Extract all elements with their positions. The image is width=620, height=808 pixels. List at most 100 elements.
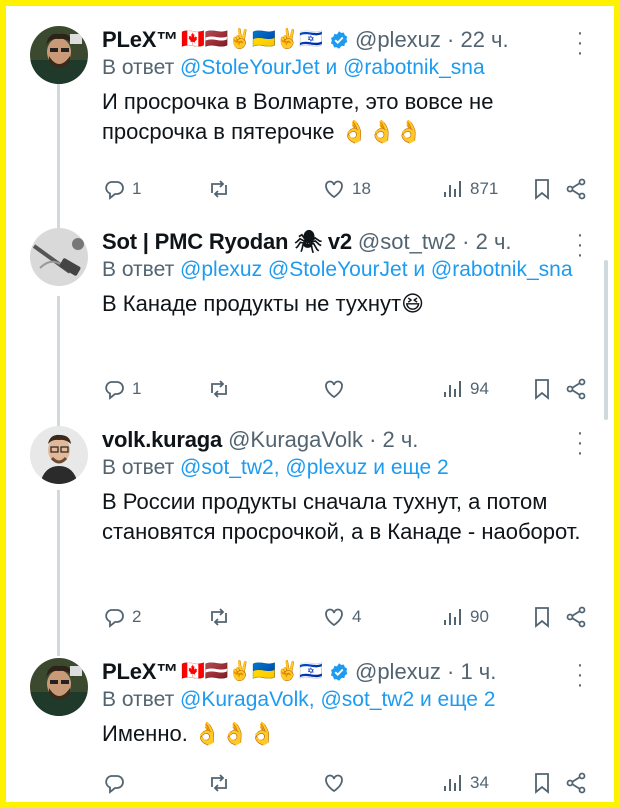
avatar[interactable] [30, 426, 88, 484]
views-button[interactable]: 871 [440, 177, 530, 201]
handle-time[interactable]: @KuragaVolk · 2 ч. [228, 426, 418, 454]
like-icon [325, 608, 343, 627]
share-icon [566, 606, 586, 628]
retweet-button[interactable] [207, 177, 322, 201]
display-name[interactable]: PLeX™ [102, 26, 178, 54]
views-count: 94 [470, 379, 489, 398]
handle-time[interactable]: @plexuz · 1 ч. [355, 658, 496, 686]
retweet-button[interactable] [207, 605, 322, 629]
like-button[interactable] [322, 771, 440, 795]
tweet-text: В Канаде продукты не тухнут😆 [102, 291, 424, 316]
tweet-body: volk.kuraga @KuragaVolk · 2 ч. · · · В отв… [102, 423, 594, 547]
bookmark-button[interactable] [530, 605, 564, 629]
views-button[interactable]: 34 [440, 771, 530, 795]
share-button[interactable] [564, 605, 588, 629]
tweet[interactable]: Sot | PMC Ryodan 🕷 v2 @sot_tw2 · 2 ч. · ·… [20, 225, 604, 418]
retweet-icon [211, 608, 227, 626]
share-icon [566, 772, 586, 794]
views-count: 90 [470, 607, 489, 626]
reply-button[interactable] [102, 771, 207, 795]
name-emojis: 🇨🇦🇱🇻✌️🇺🇦✌️🇮🇱 [181, 661, 323, 682]
reply-to: В ответ @StoleYourJet и @rabotnik_sna [102, 54, 594, 81]
reply-icon [105, 609, 124, 628]
reply-icon [105, 775, 124, 794]
retweet-button[interactable] [207, 771, 322, 795]
bookmark-button[interactable] [530, 377, 564, 401]
like-count: 4 [352, 607, 362, 626]
bookmark-icon [535, 607, 549, 628]
reply-count: 2 [132, 607, 142, 626]
reply-mentions[interactable]: @StoleYourJet и @rabotnik_sna [180, 56, 485, 79]
like-button[interactable]: 4 [322, 605, 440, 629]
reply-mentions[interactable]: @plexuz @StoleYourJet и @rabotnik_sna [180, 258, 572, 281]
reply-prefix: В ответ [102, 456, 181, 479]
retweet-icon [211, 380, 227, 398]
handle-time[interactable]: @sot_tw2 · 2 ч. [358, 228, 512, 256]
reply-prefix: В ответ [102, 258, 181, 281]
views-icon [444, 775, 461, 791]
views-button[interactable]: 90 [440, 605, 530, 629]
tweet-text: И просрочка в Волмарте, это вовсе не про… [102, 89, 494, 144]
retweet-icon [211, 774, 227, 792]
handle-time[interactable]: @plexuz · 22 ч. [355, 26, 509, 54]
bookmark-button[interactable] [530, 177, 564, 201]
tweet-text: Именно. 👌👌👌 [102, 721, 277, 746]
bookmark-icon [535, 179, 549, 200]
share-button[interactable] [564, 177, 588, 201]
reply-to: В ответ @plexuz @StoleYourJet и @rabotni… [102, 256, 594, 283]
reply-icon [105, 381, 124, 400]
share-button[interactable] [564, 377, 588, 401]
action-bar: 34 [102, 770, 594, 796]
reply-mentions[interactable]: @sot_tw2, @plexuz и еще 2 [180, 456, 449, 479]
tweet[interactable]: volk.kuraga @KuragaVolk · 2 ч. · · · В отв… [20, 423, 604, 636]
bookmark-icon [535, 379, 549, 400]
tweet-header: volk.kuraga @KuragaVolk · 2 ч. [102, 426, 594, 454]
tweet-header: Sot | PMC Ryodan 🕷 v2 @sot_tw2 · 2 ч. [102, 228, 594, 256]
display-name[interactable]: PLeX™ [102, 658, 178, 686]
tweet[interactable]: PLeX™ 🇨🇦🇱🇻✌️🇺🇦✌️🇮🇱 @plexuz · 1 ч. · · · В … [20, 655, 604, 802]
reply-button[interactable]: 2 [102, 605, 207, 629]
avatar[interactable] [30, 228, 88, 286]
tweet[interactable]: PLeX™ 🇨🇦🇱🇻✌️🇺🇦✌️🇮🇱 @plexuz · 22 ч. · · · В… [20, 23, 604, 216]
like-button[interactable] [322, 377, 440, 401]
reply-count: 1 [132, 179, 142, 198]
bookmark-button[interactable] [530, 771, 564, 795]
verified-icon [330, 663, 348, 681]
like-icon [325, 774, 343, 793]
like-icon [325, 380, 343, 399]
share-icon [566, 378, 586, 400]
reply-button[interactable]: 1 [102, 177, 207, 201]
views-icon [444, 609, 461, 625]
reply-prefix: В ответ [102, 688, 181, 711]
reply-count: 1 [132, 379, 142, 398]
tweet-body: Sot | PMC Ryodan 🕷 v2 @sot_tw2 · 2 ч. · ·… [102, 225, 594, 319]
reply-button[interactable]: 1 [102, 377, 207, 401]
more-icon[interactable]: · · · [570, 225, 590, 265]
like-button[interactable]: 18 [322, 177, 440, 201]
views-count: 34 [470, 773, 489, 792]
more-icon[interactable]: · · · [570, 655, 590, 695]
views-button[interactable]: 94 [440, 377, 530, 401]
retweet-icon [211, 180, 227, 198]
reply-to: В ответ @sot_tw2, @plexuz и еще 2 [102, 454, 594, 481]
share-button[interactable] [564, 771, 588, 795]
more-icon[interactable]: · · · [570, 23, 590, 63]
reply-icon [105, 181, 124, 200]
tweet-body: PLeX™ 🇨🇦🇱🇻✌️🇺🇦✌️🇮🇱 @plexuz · 22 ч. · · · В… [102, 23, 594, 147]
views-icon [444, 181, 461, 197]
tweet-header: PLeX™ 🇨🇦🇱🇻✌️🇺🇦✌️🇮🇱 @plexuz · 22 ч. [102, 26, 594, 54]
reply-to: В ответ @KuragaVolk, @sot_tw2 и еще 2 [102, 686, 594, 713]
avatar[interactable] [30, 658, 88, 716]
retweet-button[interactable] [207, 377, 322, 401]
reply-prefix: В ответ [102, 56, 181, 79]
reply-mentions[interactable]: @KuragaVolk, @sot_tw2 и еще 2 [180, 688, 495, 711]
more-icon[interactable]: · · · [570, 423, 590, 463]
scrollbar[interactable] [604, 260, 608, 420]
display-name[interactable]: Sot | PMC Ryodan 🕷 v2 [102, 228, 352, 256]
name-emojis: 🇨🇦🇱🇻✌️🇺🇦✌️🇮🇱 [181, 29, 323, 50]
avatar[interactable] [30, 26, 88, 84]
display-name[interactable]: volk.kuraga [102, 426, 222, 454]
action-bar: 1 94 [102, 376, 594, 402]
verified-icon [330, 31, 348, 49]
like-count: 18 [352, 179, 371, 198]
